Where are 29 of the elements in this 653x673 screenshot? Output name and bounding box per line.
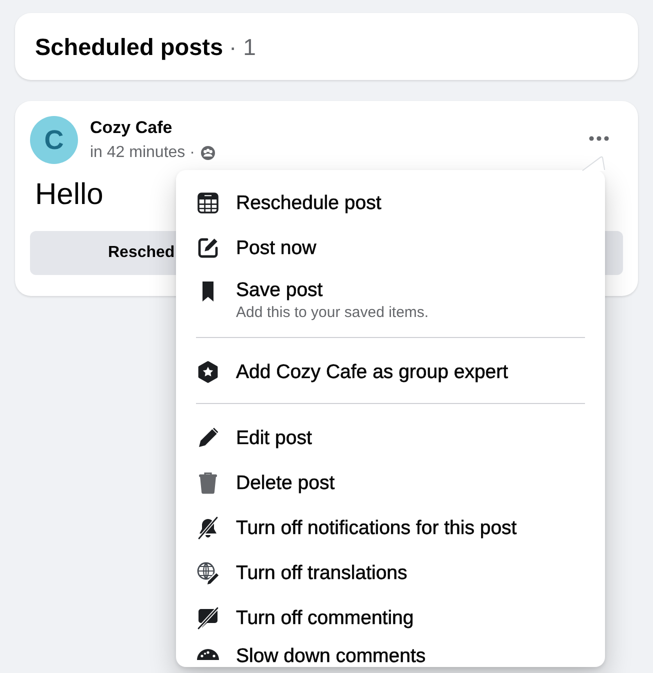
page-title: Scheduled posts [35, 32, 224, 60]
globe-pencil-icon [196, 560, 220, 584]
avatar: C [30, 116, 78, 164]
menu-item[interactable]: Delete post [176, 460, 605, 505]
post-count: · 1 [229, 32, 256, 60]
more-options-button[interactable] [588, 133, 610, 143]
post-text: Hello [35, 178, 104, 212]
group-icon [200, 146, 215, 160]
menu-item[interactable]: Add Cozy Cafe as group expert [176, 349, 605, 394]
author-name[interactable]: Cozy Cafe [90, 117, 215, 139]
comment-off-icon [196, 606, 220, 630]
menu-item[interactable]: Slow down comments [176, 640, 605, 667]
menu-item[interactable]: Turn off translations [176, 550, 605, 595]
menu-item[interactable]: Save post Add this to your saved items. [176, 270, 605, 330]
more-icon [589, 136, 609, 140]
menu-item-description: Add this to your saved items. [236, 304, 429, 322]
trash-icon [196, 470, 220, 494]
pencil-icon [196, 426, 220, 450]
menu-item[interactable]: Post now [176, 225, 605, 270]
calendar-icon [196, 190, 220, 214]
menu-item[interactable]: Turn off notifications for this post [176, 505, 605, 550]
badge-star-icon [196, 360, 220, 384]
bell-off-icon [196, 516, 220, 540]
menu-item[interactable]: Reschedule post [176, 180, 605, 225]
post-time: in 42 minutes · [90, 143, 195, 163]
menu-item[interactable]: Edit post [176, 415, 605, 460]
edit-icon [196, 236, 220, 260]
menu-item[interactable]: Turn off commenting [176, 595, 605, 640]
gauge-icon [196, 648, 220, 660]
